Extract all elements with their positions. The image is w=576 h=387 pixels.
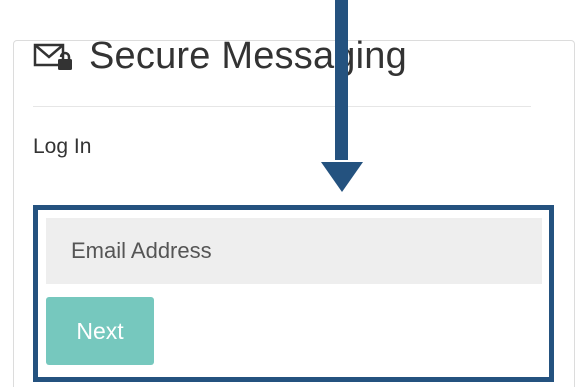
envelope-lock-icon — [33, 43, 72, 70]
next-button[interactable]: Next — [46, 297, 154, 365]
page-title: Secure Messaging — [89, 35, 407, 77]
screenshot-stage: Secure Messaging Log In Next — [0, 0, 576, 387]
email-address-input[interactable] — [46, 218, 542, 284]
login-heading: Log In — [33, 135, 92, 158]
panel-title: Secure Messaging — [33, 35, 407, 78]
envelope-flap — [34, 43, 64, 59]
lock-body — [58, 58, 72, 70]
title-divider — [33, 106, 531, 107]
